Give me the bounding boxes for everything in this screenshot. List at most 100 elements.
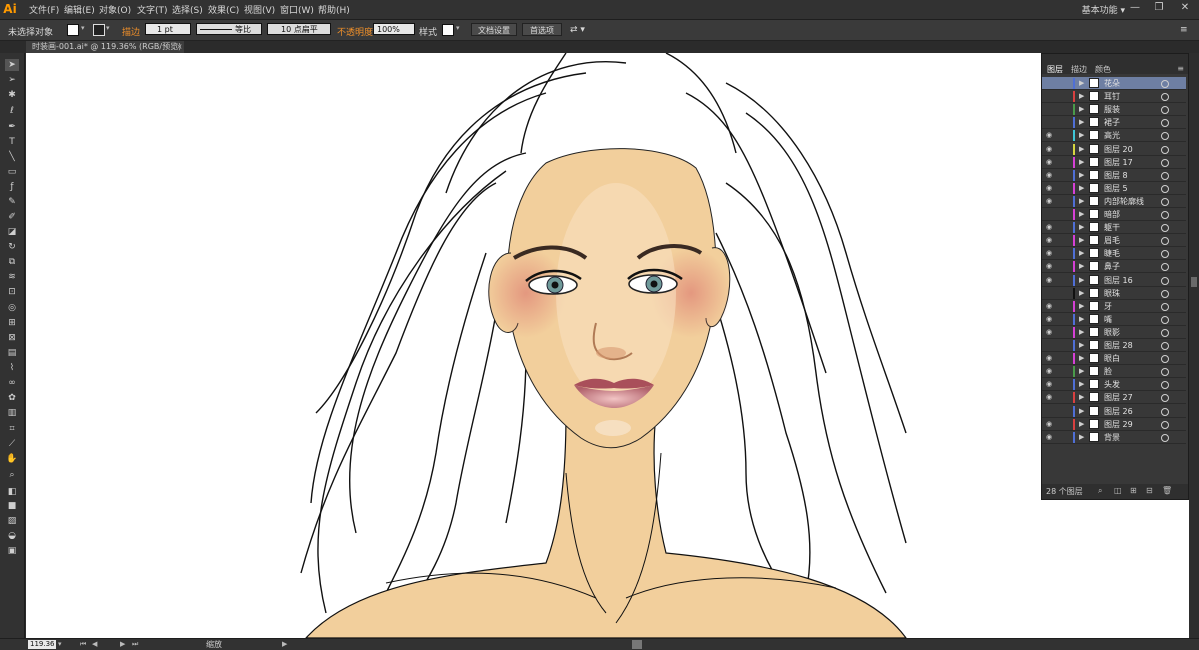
layer-name[interactable]: 牙 [1104,301,1112,312]
eyedropper-tool-icon[interactable]: ⌇ [5,362,19,374]
layer-row[interactable]: ▶ 花朵 [1042,77,1186,90]
opacity-label[interactable]: 不透明度 [337,25,373,38]
layer-name[interactable]: 图层 26 [1104,406,1133,417]
expand-arrow-icon[interactable]: ▶ [1079,248,1084,259]
first-artboard-icon[interactable]: ⏮ [80,639,86,650]
layer-row[interactable]: ◉ ▶ 躯干 [1042,221,1186,235]
expand-arrow-icon[interactable]: ▶ [1079,379,1084,390]
layer-name[interactable]: 耳钉 [1104,91,1120,102]
blend-tool-icon[interactable]: ∞ [5,377,19,389]
type-tool-icon[interactable]: T [5,136,19,148]
status-menu-icon[interactable]: ▶ [282,639,287,650]
vertical-scrollbar[interactable] [1189,53,1199,638]
close-window-button[interactable]: ✕ [1174,1,1196,15]
fill-swatch[interactable] [67,24,79,36]
target-icon[interactable] [1161,132,1169,141]
target-icon[interactable] [1161,250,1169,259]
color-mode-icon[interactable]: ▨ [5,515,19,527]
panel-menu-icon[interactable]: ≡ [1180,25,1188,35]
selection-tool-icon[interactable]: ➤ [5,59,19,71]
menu-file[interactable]: 文件(F) [29,3,59,16]
rectangle-tool-icon[interactable]: ▭ [5,166,19,178]
minimize-button[interactable]: — [1124,1,1146,15]
target-icon[interactable] [1161,420,1169,429]
layer-name[interactable]: 头发 [1104,379,1120,390]
menu-window[interactable]: 窗口(W) [280,3,314,16]
layer-row[interactable]: ▶ 图层 28 [1042,339,1186,352]
menu-effect[interactable]: 效果(C) [208,3,239,16]
rotate-tool-icon[interactable]: ↻ [5,241,19,253]
layer-name[interactable]: 睫毛 [1104,248,1120,259]
expand-arrow-icon[interactable]: ▶ [1079,406,1084,417]
expand-arrow-icon[interactable]: ▶ [1079,432,1084,443]
target-icon[interactable] [1161,381,1169,390]
menu-help[interactable]: 帮助(H) [318,3,350,16]
stroke-swatch[interactable] [93,24,105,36]
gradient-tool-icon[interactable]: ▤ [5,347,19,359]
artboard-tool-icon[interactable]: ⌗ [5,423,19,435]
layer-name[interactable]: 服装 [1104,104,1120,115]
chevron-down-icon[interactable]: ▾ [81,24,85,32]
zoom-level-field[interactable]: 119.36 [28,640,56,649]
layer-name[interactable]: 图层 8 [1104,170,1128,181]
menu-view[interactable]: 视图(V) [244,3,275,16]
layer-row[interactable]: ◉ ▶ 图层 16 [1042,274,1186,287]
expand-arrow-icon[interactable]: ▶ [1079,366,1084,377]
eye-icon[interactable]: ◉ [1046,380,1052,389]
target-icon[interactable] [1161,289,1169,298]
layer-row[interactable]: ◉ ▶ 内部轮廓线 [1042,195,1186,208]
expand-arrow-icon[interactable]: ▶ [1079,261,1084,272]
tab-layers[interactable]: 图层 [1047,64,1063,75]
chevron-down-icon[interactable]: ▾ [106,24,110,32]
new-sublayer-icon[interactable]: ⊞ [1130,486,1137,495]
eye-icon[interactable]: ◉ [1046,276,1052,285]
delete-layer-icon[interactable]: 🗑 [1162,486,1172,495]
eye-icon[interactable]: ◉ [1046,354,1052,363]
previous-artboard-icon[interactable]: ◀ [92,639,97,650]
eye-icon[interactable]: ◉ [1046,131,1052,140]
layer-row[interactable]: ◉ ▶ 眉毛 [1042,234,1186,248]
eye-icon[interactable]: ◉ [1046,249,1052,258]
target-icon[interactable] [1161,355,1169,364]
target-icon[interactable] [1161,328,1169,337]
tab-stroke[interactable]: 描边 [1071,64,1087,75]
eye-icon[interactable]: ◉ [1046,184,1052,193]
target-icon[interactable] [1161,93,1169,102]
target-icon[interactable] [1161,407,1169,416]
layer-name[interactable]: 眼影 [1104,327,1120,338]
expand-arrow-icon[interactable]: ▶ [1079,144,1084,155]
target-icon[interactable] [1161,224,1169,233]
column-graph-tool-icon[interactable]: ▥ [5,407,19,419]
expand-arrow-icon[interactable]: ▶ [1079,353,1084,364]
direct-selection-tool-icon[interactable]: ➢ [5,74,19,86]
layer-name[interactable]: 图层 29 [1104,419,1133,430]
fill-stroke-icon[interactable]: ■ [5,500,19,512]
target-icon[interactable] [1161,184,1169,193]
layer-name[interactable]: 图层 20 [1104,144,1133,155]
target-icon[interactable] [1161,119,1169,128]
mesh-tool-icon[interactable]: ⊠ [5,332,19,344]
layer-name[interactable]: 裙子 [1104,117,1120,128]
perspective-grid-tool-icon[interactable]: ⊞ [5,317,19,329]
eye-icon[interactable]: ◉ [1046,158,1052,167]
layer-row[interactable]: ◉ ▶ 嘴 [1042,313,1186,326]
paintbrush-tool-icon[interactable]: ƒ [5,181,19,193]
layer-name[interactable]: 躯干 [1104,222,1120,233]
expand-arrow-icon[interactable]: ▶ [1079,91,1084,102]
expand-arrow-icon[interactable]: ▶ [1079,327,1084,338]
stroke-label[interactable]: 描边 [122,25,140,38]
layer-name[interactable]: 眼珠 [1104,288,1120,299]
target-icon[interactable] [1161,211,1169,219]
target-icon[interactable] [1161,302,1169,311]
graphic-style-swatch[interactable] [442,24,454,36]
layer-row[interactable]: ◉ ▶ 眼白 [1042,352,1186,366]
default-colors-icon[interactable]: ◧ [5,486,19,498]
expand-arrow-icon[interactable]: ▶ [1079,235,1084,246]
arrange-documents-icon[interactable]: ⇄ ▾ [570,25,585,35]
layer-name[interactable]: 眉毛 [1104,235,1120,246]
menu-select[interactable]: 选择(S) [172,3,203,16]
eye-icon[interactable]: ◉ [1046,236,1052,245]
layer-row[interactable]: ◉ ▶ 图层 17 [1042,156,1186,169]
pencil-tool-icon[interactable]: ✎ [5,196,19,208]
expand-arrow-icon[interactable]: ▶ [1079,196,1084,207]
